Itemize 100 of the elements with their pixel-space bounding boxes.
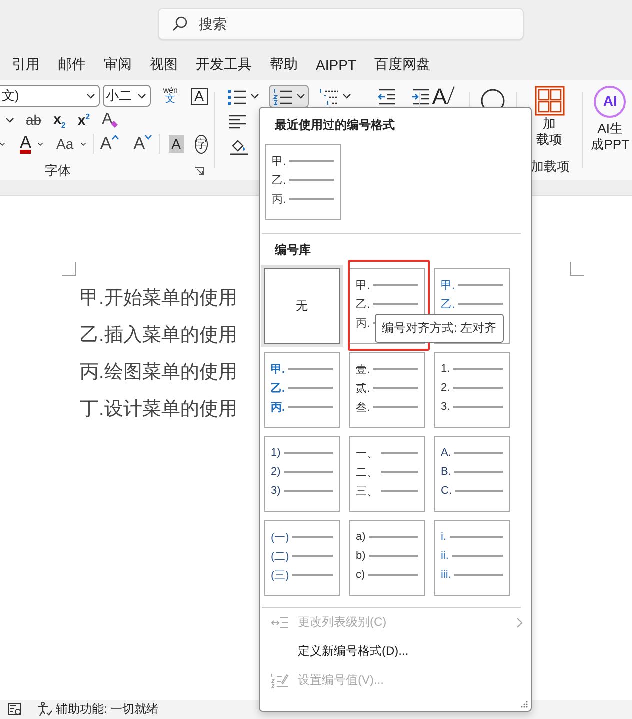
script-button[interactable]: x$_{2}$ [54,110,66,130]
list-marker: 壹. [356,362,370,376]
list-marker: A. [441,447,452,459]
accessibility-status[interactable]: 辅助功能: 一切就绪 [56,701,159,718]
list-marker: 乙. [271,382,286,396]
menu-tab[interactable]: 视图 [150,56,178,74]
list-marker: 甲. [271,362,286,376]
grow-font-button[interactable]: A [100,134,119,154]
font-size-combo[interactable]: 小二 [102,85,151,107]
caret-icon[interactable] [80,142,86,146]
tooltip: 编号对齐方式: 左对齐 [375,314,504,343]
group-label: 加载项 [531,158,570,176]
pen-icon [445,86,458,106]
list-marker: i. [441,531,446,543]
list-marker: 丙. [272,192,286,206]
list-marker: (一) [271,530,290,544]
menu-tab[interactable]: 审阅 [104,56,132,74]
align-left-icon[interactable] [228,114,247,128]
caret-icon [138,94,146,98]
numbered-list-icon [272,88,293,106]
caret-icon[interactable] [0,142,6,146]
numbering-format-tile[interactable]: 一、 二、 三、 [349,436,425,512]
margin-mark [62,262,76,276]
clear-format-button[interactable]: A [102,111,119,129]
list-marker: a) [356,531,366,543]
character-border-button[interactable]: A [190,88,208,104]
caret-icon[interactable] [38,142,44,146]
list-marker: C. [441,485,452,497]
group-label: 字体 [45,162,71,180]
chevron-right-icon [517,618,523,628]
strikethrough-button[interactable]: ab [26,112,42,128]
menu-tab[interactable]: AIPPT [316,57,356,73]
menu-tab[interactable]: 百度网盘 [374,56,430,74]
numbering-format-tile[interactable]: A. B. C. [434,436,510,512]
dialog-launcher-icon[interactable] [195,166,204,176]
shrink-font-button[interactable]: A [134,134,152,154]
menu-tab[interactable]: 引用 [12,56,40,74]
font-name-combo[interactable]: 文) [0,85,100,107]
list-marker: 3. [441,401,450,413]
decrease-indent-icon [376,88,397,106]
document-line: 乙.插入菜单的使用 [80,324,238,348]
list-marker: (三) [271,568,290,582]
list-marker: 贰. [356,382,370,396]
bulleted-list-icon [226,88,247,106]
list-marker: 乙. [441,298,456,312]
script-button[interactable]: x$^{2}$ [78,112,90,128]
numbering-format-tile[interactable]: 1) 2) 3) [264,436,340,512]
document-stats-icon[interactable] [8,703,22,716]
list-marker: 1. [441,363,450,375]
list-marker: 乙. [356,298,370,312]
caret-icon [342,94,351,99]
list-marker: 二、 [356,466,378,480]
numbering-format-tile[interactable]: i. ii. iii. [434,520,510,596]
multilevel-list-icon [318,88,339,106]
list-marker: 甲. [272,154,286,168]
numbering-format-tile[interactable]: 壹. 贰. 叁. [349,352,425,428]
list-marker: iii. [441,569,452,581]
resize-grip-icon[interactable] [521,701,528,708]
section-heading: 最近使用过的编号格式 [275,117,395,133]
character-shading-button[interactable]: A [168,135,184,153]
list-marker: (二) [271,550,290,564]
caret-icon [86,94,95,98]
styles-button[interactable]: A [432,86,458,122]
list-marker: b) [356,550,366,562]
paint-bucket-icon[interactable] [228,138,249,156]
numbering-value-icon [271,672,289,688]
numbering-format-tile[interactable]: 甲. 乙. 丙. [265,144,341,220]
list-marker: B. [441,466,452,478]
section-heading: 编号库 [275,242,311,258]
list-marker: 1) [271,447,281,459]
menu-tab[interactable]: 开发工具 [196,56,252,74]
caret-icon [250,94,259,99]
font-color-button[interactable]: A [20,134,32,154]
list-marker: 2. [441,382,450,394]
numbering-format-tile[interactable]: 1. 2. 3. [434,352,510,428]
change-case-button[interactable]: Aa [56,136,74,152]
add-ins-button[interactable]: 加 载项 [534,84,564,156]
search-field[interactable]: 搜索 [158,8,524,40]
numbering-format-tile[interactable]: 无 [264,268,340,344]
numbering-format-tile[interactable]: 甲. 乙. 丙. [264,352,340,428]
list-marker: ii. [441,550,449,562]
menu-item[interactable]: 定义新编号格式(D)... [260,637,531,666]
margin-mark [570,262,584,276]
list-marker: 甲. [356,278,370,292]
menu-tab[interactable]: 邮件 [58,56,86,74]
grid-icon [534,86,564,116]
document-line: 丙.绘图菜单的使用 [80,361,238,385]
phonetic-guide-button[interactable]: wén 文 [160,87,181,105]
numbering-format-tile[interactable]: a) b) c) [349,520,425,596]
list-marker: 2) [271,466,281,478]
ai-button[interactable]: AI AI生 成PPT [591,84,630,156]
list-marker: 三、 [356,484,378,498]
list-level-icon [271,616,289,630]
menu-tab[interactable]: 帮助 [270,56,298,74]
accessibility-icon[interactable] [37,702,53,717]
enclose-character-button[interactable]: 字 [195,134,208,154]
caret-icon [296,94,305,99]
caret-icon[interactable] [6,118,14,122]
numbering-button[interactable] [268,85,309,108]
numbering-format-tile[interactable]: (一) (二) (三) [264,520,340,596]
